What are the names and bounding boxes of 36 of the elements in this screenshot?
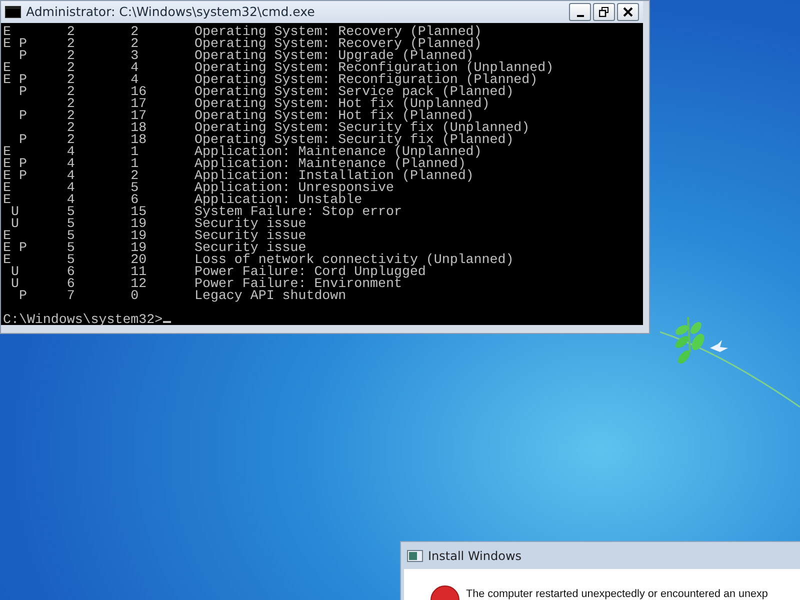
console-line: 2 17 Operating System: Hot fix (Unplanned) — [66, 98, 490, 110]
console-line: P 2 17 Operating System: Hot fix (Planned) — [18, 110, 474, 122]
close-icon — [623, 7, 633, 17]
console-line: E 4 5 Application: Unresponsive — [3, 182, 395, 194]
console-line: P 7 0 Legacy API shutdown — [18, 290, 348, 302]
console-line: E P 2 2 Operating System: Recovery (Planned) — [3, 38, 483, 50]
console-line: U 5 15 System Failure: Stop error — [10, 206, 403, 218]
text-cursor — [162, 321, 171, 323]
command-prompt[interactable]: C:\Windows\system32> — [3, 312, 163, 327]
minimize-button[interactable] — [569, 3, 591, 21]
minimize-icon — [576, 14, 584, 16]
console-line: E 2 4 Operating System: Reconfiguration (Unplanned) — [3, 62, 555, 74]
console-line: E P 5 19 Security issue — [3, 242, 306, 254]
window-title: Administrator: C:\Windows\system32\cmd.exe — [26, 2, 315, 21]
console-line: E 4 6 Application: Unstable — [3, 194, 362, 206]
console-line: E P 4 1 Application: Maintenance (Planned) — [3, 158, 466, 170]
console-line: P 2 18 Operating System: Security fix (Planned) — [18, 134, 514, 146]
restore-icon — [599, 7, 609, 17]
console-line: E 2 2 Operating System: Recovery (Planned) — [3, 26, 483, 38]
console-line: U 6 11 Power Failure: Cord Unplugged — [10, 266, 427, 278]
console-line: E 5 19 Security issue — [3, 230, 308, 242]
restore-button[interactable] — [593, 3, 615, 21]
console-line: P 2 16 Operating System: Service pack (Planned) — [18, 86, 514, 98]
console-line: E P 4 2 Application: Installation (Planned) — [3, 170, 475, 182]
console-line: U 6 12 Power Failure: Environment — [10, 278, 402, 290]
console-line: E 4 1 Application: Maintenance (Unplanned) — [3, 146, 482, 158]
window-app-icon — [407, 550, 423, 562]
console-line: U 5 19 Security issue — [10, 218, 308, 230]
console-line: E P 2 4 Operating System: Reconfiguration (Planned) — [3, 74, 538, 86]
error-message: The computer restarted unexpectedly or encountered an unexp — [466, 587, 768, 600]
close-button[interactable] — [617, 3, 639, 21]
console-line: E 5 20 Loss of network connectivity (Unplanned) — [3, 254, 515, 266]
console-line: 2 18 Operating System: Security fix (Unplanned) — [66, 122, 531, 134]
dialog-title: Install Windows — [428, 548, 522, 564]
console-line: P 2 3 Operating System: Upgrade (Planned) — [18, 50, 474, 62]
console-app-icon — [5, 6, 21, 18]
